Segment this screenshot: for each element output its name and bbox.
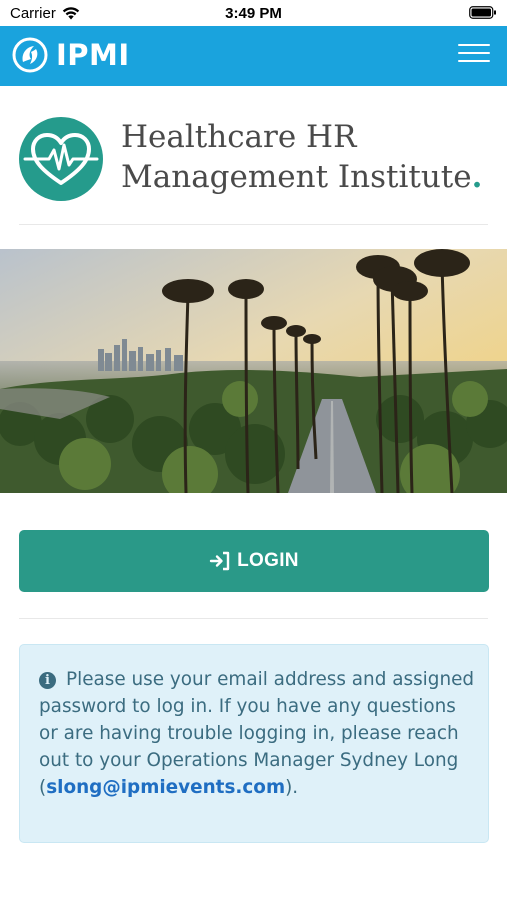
heart-heartbeat-icon xyxy=(23,133,99,185)
login-button[interactable]: LOGIN xyxy=(19,530,489,592)
brand-home-link[interactable]: IPMI xyxy=(12,37,130,73)
ipmi-logo-icon xyxy=(12,37,48,73)
top-navbar: IPMI xyxy=(0,26,507,86)
hamburger-menu-icon xyxy=(458,44,490,46)
login-info-alert: i Please use your email address and assig… xyxy=(19,644,489,843)
battery-icon xyxy=(469,6,496,19)
status-bar: Carrier 3:49 PM xyxy=(0,0,507,26)
sign-in-icon xyxy=(209,551,230,571)
organization-name-dot: . xyxy=(471,159,483,195)
organization-name-line2: Management Institute. xyxy=(121,157,482,197)
hamburger-menu-button[interactable] xyxy=(458,41,490,69)
alert-message-end: ). xyxy=(285,777,299,798)
info-icon: i xyxy=(39,672,56,689)
organization-logo xyxy=(19,117,103,201)
organization-header: Healthcare HR Management Institute. xyxy=(19,117,489,201)
section-divider xyxy=(19,618,488,619)
hero-image xyxy=(0,249,507,493)
login-button-label: LOGIN xyxy=(237,550,299,571)
organization-name: Healthcare HR Management Institute. xyxy=(121,117,482,197)
hamburger-line xyxy=(458,60,490,62)
organization-name-line1: Healthcare HR xyxy=(121,119,357,155)
clock: 3:49 PM xyxy=(225,5,282,22)
hamburger-line xyxy=(458,52,490,54)
operations-manager-email-link[interactable]: slong@ipmievents.com xyxy=(46,777,285,798)
brand-name: IPMI xyxy=(56,38,130,72)
section-divider xyxy=(19,224,488,225)
organization-name-line2-text: Management Institute xyxy=(121,159,472,195)
